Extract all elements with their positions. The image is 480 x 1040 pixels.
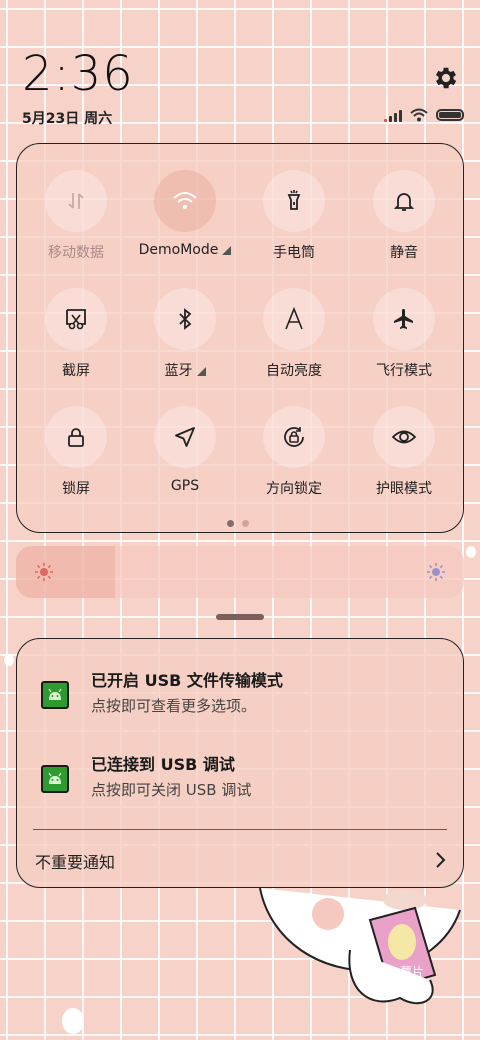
wallpaper-character: 薯片	[259, 887, 461, 1005]
tile-airplane[interactable]: 飞行模式	[349, 288, 459, 380]
android-app-icon	[41, 681, 69, 709]
battery-icon	[436, 109, 464, 121]
tile-label: 护眼模式	[376, 481, 432, 497]
brightness-low-icon	[35, 563, 53, 581]
tile-lock-screen[interactable]: 锁屏	[21, 406, 131, 498]
notification-panel: 已开启 USB 文件传输模式 点按即可查看更多选项。 已连接到 USB 调试 点…	[16, 638, 464, 888]
tile-gps[interactable]: GPS	[130, 406, 240, 494]
tile-silent[interactable]: 静音	[349, 170, 459, 262]
tile-eye-care[interactable]: 护眼模式	[349, 406, 459, 498]
notification-usb-transfer[interactable]: 已开启 USB 文件传输模式 点按即可查看更多选项。	[41, 667, 441, 727]
decor-dot	[62, 1008, 84, 1034]
tile-label: 静音	[390, 245, 418, 261]
page-dot[interactable]	[227, 520, 234, 527]
bluetooth-icon	[179, 308, 192, 330]
tile-label: 锁屏	[62, 481, 90, 497]
page-dot[interactable]	[242, 520, 249, 527]
gear-icon[interactable]	[432, 64, 460, 92]
lock-icon	[68, 428, 84, 447]
wifi-icon	[410, 108, 428, 122]
status-icons	[384, 108, 464, 122]
rotation-lock-icon	[284, 427, 304, 447]
date: 5月23日 周六	[22, 111, 113, 127]
tile-label: 方向锁定	[266, 481, 322, 497]
bell-icon	[393, 193, 415, 211]
tile-label: DemoMode	[138, 242, 219, 258]
tile-label: 截屏	[62, 363, 90, 379]
tile-wifi[interactable]: DemoMode	[130, 170, 240, 258]
notification-usb-debug[interactable]: 已连接到 USB 调试 点按即可关闭 USB 调试	[41, 751, 441, 811]
notification-body: 点按即可关闭 USB 调试	[91, 781, 252, 799]
clock: 2:36	[22, 46, 134, 102]
tile-label: 自动亮度	[266, 363, 322, 379]
tile-flashlight[interactable]: 手电筒	[239, 170, 349, 262]
tile-rotation-lock[interactable]: 方向锁定	[239, 406, 349, 498]
notification-title: 已连接到 USB 调试	[91, 755, 235, 774]
tile-label: 飞行模式	[376, 363, 432, 379]
tile-bluetooth[interactable]: 蓝牙	[130, 288, 240, 380]
location-arrow-icon	[175, 427, 195, 447]
tile-mobile-data[interactable]: 移动数据	[21, 170, 131, 262]
quick-settings-panel: 移动数据 DemoMode 手电筒 静音 截屏 蓝牙 自动亮度 飞行模式 锁屏 …	[16, 143, 464, 533]
airplane-icon	[394, 309, 413, 329]
drag-handle[interactable]	[216, 614, 264, 620]
screenshot-icon	[66, 309, 86, 330]
expand-triangle-icon	[196, 367, 206, 376]
wifi-icon	[173, 192, 197, 210]
mobile-data-icon	[68, 193, 84, 209]
tile-label: 蓝牙	[164, 363, 193, 379]
decor-dot	[466, 546, 476, 558]
tile-auto-brightness[interactable]: 自动亮度	[239, 288, 349, 380]
tile-label: 移动数据	[48, 245, 104, 261]
signal-icon	[384, 108, 402, 122]
brightness-slider[interactable]	[16, 546, 464, 598]
chevron-right-icon[interactable]	[433, 851, 447, 869]
tile-label: GPS	[170, 478, 200, 494]
unimportant-notifications-link[interactable]: 不重要通知	[35, 849, 115, 873]
flashlight-icon	[287, 190, 301, 210]
divider	[33, 829, 447, 830]
notification-title: 已开启 USB 文件传输模式	[91, 671, 283, 690]
eye-icon	[391, 430, 417, 444]
brightness-fill	[16, 546, 115, 598]
tile-screenshot[interactable]: 截屏	[21, 288, 131, 380]
expand-triangle-icon	[222, 246, 232, 255]
tile-label: 手电筒	[273, 245, 315, 261]
decor-dot	[4, 654, 14, 666]
notification-body: 点按即可查看更多选项。	[91, 697, 257, 715]
auto-brightness-icon	[285, 307, 303, 330]
brightness-high-icon	[427, 563, 445, 581]
android-app-icon	[41, 765, 69, 793]
page-indicator	[227, 520, 249, 527]
